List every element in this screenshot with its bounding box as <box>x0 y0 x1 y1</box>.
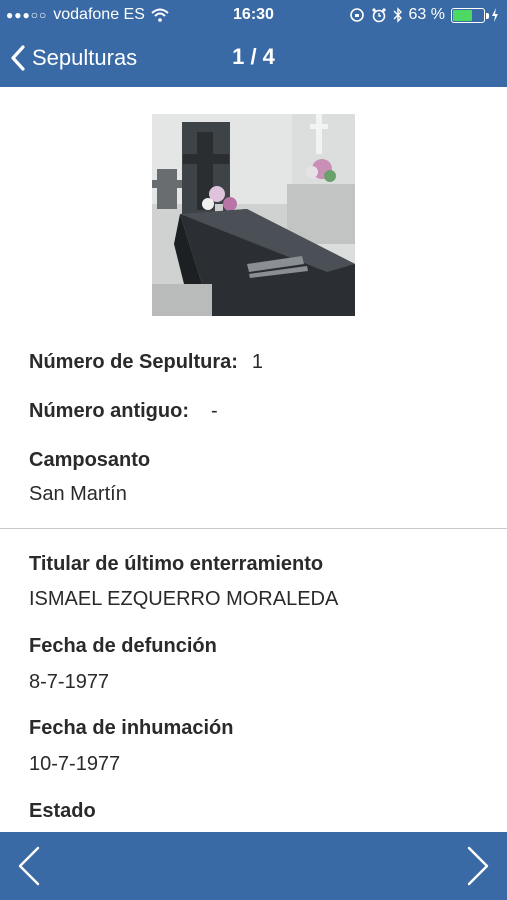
titular-value: ISMAEL EZQUERRO MORALEDA <box>29 588 339 610</box>
battery-icon <box>451 7 489 23</box>
titular-label: Titular de último enterramiento <box>29 553 324 575</box>
fecha-inhumacion-label: Fecha de inhumación <box>29 717 234 739</box>
camposanto-value: San Martín <box>29 483 127 505</box>
chevron-right-icon <box>467 846 489 886</box>
section-divider <box>0 528 507 529</box>
numero-antiguo-label: Número antiguo: <box>29 400 189 422</box>
alarm-icon <box>371 8 386 23</box>
top-bar: ●●●○○ vodafone ES 16:30 63 % Sepulturas … <box>0 0 507 87</box>
battery-fill <box>453 9 472 21</box>
page-counter: 1 / 4 <box>232 44 275 69</box>
fecha-defuncion-value: 8-7-1977 <box>29 671 110 693</box>
previous-button[interactable] <box>10 844 54 888</box>
charging-icon <box>492 8 498 22</box>
fecha-defuncion-label: Fecha de defunción <box>29 635 217 657</box>
camposanto-label: Camposanto <box>29 449 151 471</box>
chevron-left-icon <box>18 846 40 886</box>
numero-sepultura-row: Número de Sepultura: 1 <box>29 351 263 374</box>
battery-percent: 63 % <box>408 6 445 23</box>
status-bar: ●●●○○ vodafone ES 16:30 63 % <box>0 0 507 32</box>
battery-tip <box>486 12 489 19</box>
estado-label: Estado <box>29 800 96 822</box>
bluetooth-icon <box>393 7 402 23</box>
numero-sepultura-label: Número de Sepultura: <box>29 351 238 373</box>
grave-photo[interactable] <box>152 114 355 316</box>
bottom-toolbar <box>0 832 507 900</box>
detail-content: Número de Sepultura: 1 Número antiguo: -… <box>0 87 507 832</box>
nav-bar: Sepulturas 1 / 4 <box>0 32 507 87</box>
numero-sepultura-value: 1 <box>251 351 264 373</box>
status-right: 63 % <box>349 6 499 24</box>
screen-lock-icon <box>349 8 364 22</box>
next-button[interactable] <box>453 844 497 888</box>
numero-antiguo-row: Número antiguo: - <box>29 400 218 423</box>
fecha-inhumacion-value: 10-7-1977 <box>29 753 121 775</box>
numero-antiguo-value: - <box>211 400 218 422</box>
